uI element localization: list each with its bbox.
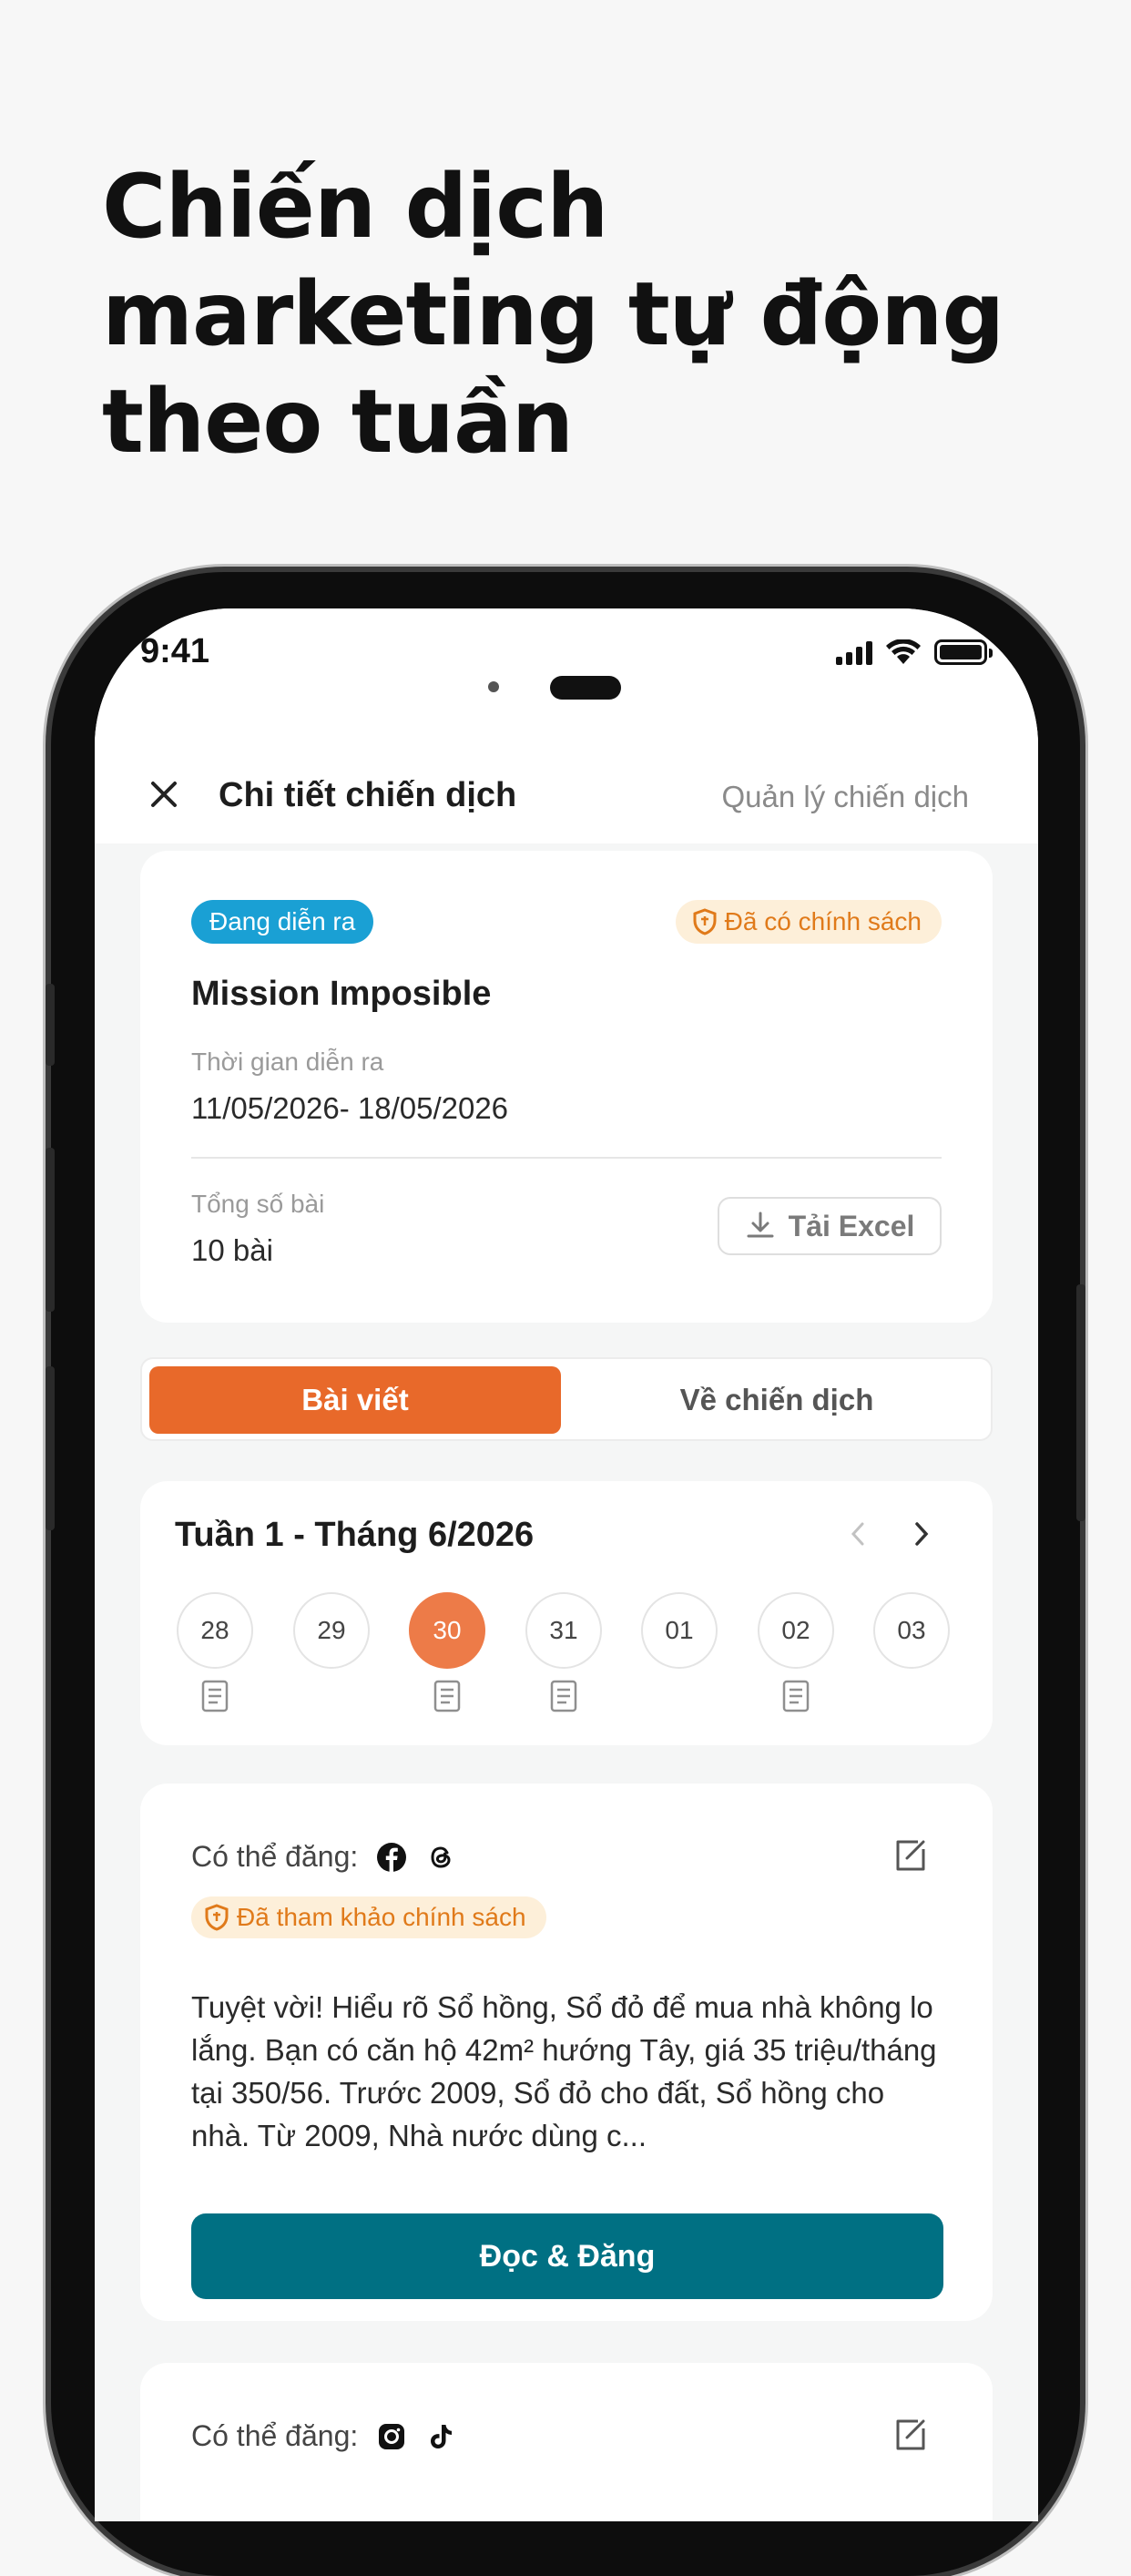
- shield-icon: [693, 908, 717, 935]
- close-button[interactable]: [140, 771, 188, 818]
- can-post-row: Có thể đăng:: [191, 1840, 456, 1874]
- chevron-left-icon: [851, 1522, 864, 1546]
- facebook-icon: [377, 1842, 407, 1872]
- next-week-button[interactable]: [903, 1516, 940, 1552]
- day-circle[interactable]: 01: [641, 1592, 718, 1669]
- download-excel-label: Tải Excel: [788, 1209, 915, 1242]
- post-card: Có thể đăng:: [140, 2363, 993, 2521]
- tiktok-icon: [431, 2424, 453, 2448]
- period-label: Thời gian diễn ra: [191, 1048, 384, 1076]
- read-and-post-button[interactable]: Đọc & Đăng: [191, 2213, 943, 2299]
- post-indicator-icon: [550, 1680, 577, 1712]
- tab-posts[interactable]: Bài viết: [149, 1366, 561, 1434]
- cellular-signal-icon: [836, 641, 872, 665]
- day-item[interactable]: 30: [409, 1592, 485, 1712]
- prev-week-button[interactable]: [840, 1516, 876, 1552]
- nav-bar: Chi tiết chiến dịch Quản lý chiến dịch: [95, 745, 1038, 843]
- day-circle[interactable]: 29: [293, 1592, 370, 1669]
- app-screen: 9:41 Chi tiết chiến dịch Quản lý chiến d…: [95, 608, 1038, 2521]
- camera-dot: [488, 681, 499, 692]
- policy-badge: Đã có chính sách: [675, 900, 942, 944]
- threads-icon: [431, 1845, 451, 1868]
- day-list: 28 29 30 31 01 02 03: [177, 1592, 960, 1729]
- chevron-right-icon: [915, 1522, 929, 1546]
- day-item[interactable]: 29: [293, 1592, 370, 1669]
- day-circle[interactable]: 03: [873, 1592, 950, 1669]
- day-item[interactable]: 28: [177, 1592, 253, 1712]
- post-card: Có thể đăng: Đã tham khảo chính sách Tuy…: [140, 1784, 993, 2321]
- status-time: 9:41: [140, 632, 210, 670]
- power-button: [1076, 1284, 1085, 1521]
- day-item[interactable]: 02: [758, 1592, 834, 1712]
- day-item[interactable]: 01: [641, 1592, 718, 1669]
- mute-switch: [46, 984, 55, 1066]
- week-title: Tuần 1 - Tháng 6/2026: [175, 1516, 535, 1554]
- edit-icon[interactable]: [891, 1836, 929, 1875]
- day-circle[interactable]: 02: [758, 1592, 834, 1669]
- can-post-row: Có thể đăng:: [191, 2419, 456, 2453]
- volume-down-button: [46, 1366, 55, 1530]
- policy-badge-label: Đã có chính sách: [724, 907, 922, 935]
- manage-campaign-link[interactable]: Quản lý chiến dịch: [722, 780, 970, 814]
- post-indicator-icon: [201, 1680, 229, 1712]
- tab-about-campaign[interactable]: Về chiến dịch: [572, 1366, 982, 1434]
- day-item[interactable]: 03: [873, 1592, 950, 1669]
- tab-bar: Bài viết Về chiến dịch: [140, 1357, 993, 1441]
- period-value: 11/05/2026- 18/05/2026: [191, 1091, 509, 1125]
- campaign-name: Mission Imposible: [191, 975, 492, 1013]
- page-title: Chi tiết chiến dịch: [219, 776, 517, 814]
- total-posts-value: 10 bài: [191, 1233, 273, 1267]
- download-excel-button[interactable]: Tải Excel: [718, 1197, 942, 1255]
- close-icon: [151, 782, 177, 807]
- status-icons: [836, 639, 993, 665]
- instagram-icon: [379, 2423, 405, 2449]
- status-bar: 9:41: [95, 608, 1038, 745]
- day-item[interactable]: 31: [525, 1592, 602, 1712]
- dynamic-island: [550, 676, 621, 700]
- status-badge: Đang diễn ra: [191, 900, 374, 944]
- can-post-label: Có thể đăng:: [191, 1840, 359, 1873]
- post-content: Tuyệt vời! Hiểu rõ Sổ hồng, Sổ đỏ để mua…: [191, 1990, 937, 2152]
- policy-reference-label: Đã tham khảo chính sách: [237, 1903, 526, 1931]
- shield-icon: [205, 1904, 229, 1931]
- battery-icon: [934, 639, 993, 665]
- volume-up-button: [46, 1148, 55, 1312]
- post-indicator-icon: [433, 1680, 461, 1712]
- promo-title: Chiến dịch marketing tự động theo tuần: [102, 156, 1004, 473]
- campaign-summary-card: Đang diễn ra Đã có chính sách Mission Im…: [140, 851, 993, 1323]
- divider: [191, 1157, 942, 1159]
- post-indicator-icon: [782, 1680, 810, 1712]
- wifi-icon: [886, 639, 921, 664]
- can-post-label: Có thể đăng:: [191, 2419, 359, 2452]
- total-posts-label: Tổng số bài: [191, 1190, 325, 1218]
- day-circle[interactable]: 28: [177, 1592, 253, 1669]
- day-circle[interactable]: 30: [409, 1592, 485, 1669]
- day-circle[interactable]: 31: [525, 1592, 602, 1669]
- download-icon: [747, 1211, 774, 1238]
- policy-reference-badge: Đã tham khảo chính sách: [191, 1896, 546, 1938]
- week-selector-card: Tuần 1 - Tháng 6/2026 28 29 30 31 01 02 03: [140, 1481, 993, 1745]
